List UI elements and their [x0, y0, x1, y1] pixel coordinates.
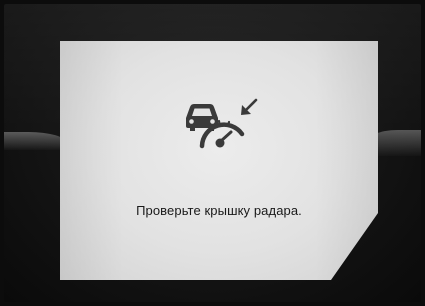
- arrow-icon: [241, 98, 258, 115]
- warning-message-text: Проверьте крышку радара.: [136, 203, 302, 218]
- road-horizon-left: [4, 132, 66, 150]
- warning-message-panel: Проверьте крышку радара.: [60, 41, 378, 280]
- radar-cover-warning-icon: [186, 98, 258, 149]
- gauge-pivot: [215, 138, 225, 148]
